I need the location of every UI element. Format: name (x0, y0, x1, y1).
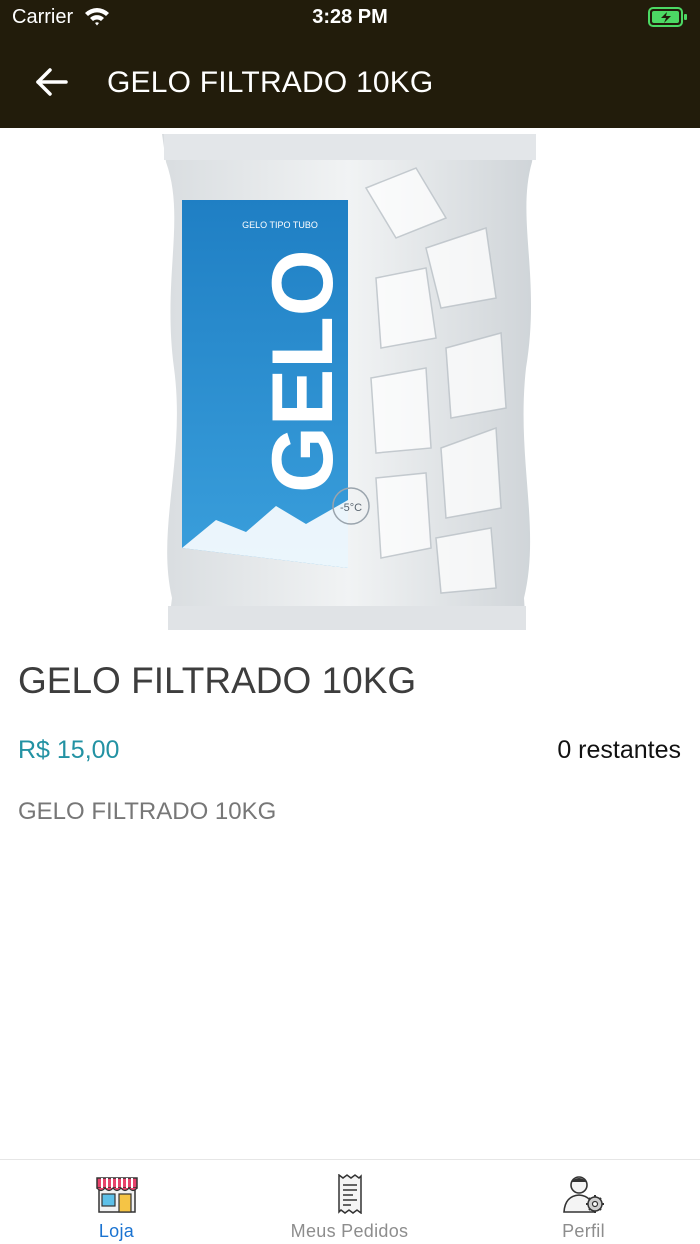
product-description: GELO FILTRADO 10KG (18, 798, 277, 825)
image-small-text: GELO TIPO TUBO (242, 220, 318, 230)
receipt-icon (329, 1173, 371, 1215)
tab-loja[interactable]: Loja (0, 1160, 233, 1244)
bottom-tab-bar: Loja Meus Pedidos Perfil (0, 1159, 700, 1244)
arrow-left-icon (36, 68, 68, 96)
tab-label-perfil: Perfil (562, 1221, 605, 1241)
product-price: R$ 15,00 (18, 736, 120, 764)
image-temp-text: -5°C (340, 502, 362, 514)
app-header: Carrier 3:28 PM GELO FILTRADO 10KG (0, 0, 700, 128)
stock-remaining: 0 restantes (557, 736, 681, 764)
product-name: GELO FILTRADO 10KG (18, 660, 417, 701)
store-icon (96, 1174, 138, 1214)
tab-meus-pedidos[interactable]: Meus Pedidos (233, 1160, 466, 1244)
tab-label-meus-pedidos: Meus Pedidos (290, 1221, 409, 1241)
image-brand-text: GELO (255, 249, 351, 493)
status-bar: Carrier 3:28 PM (0, 0, 700, 40)
page-title: GELO FILTRADO 10KG (107, 66, 434, 99)
tab-label-loja: Loja (98, 1221, 135, 1241)
status-time: 3:28 PM (312, 6, 388, 28)
product-image: GELO TIPO TUBO GELO -5°C (96, 128, 604, 636)
navigation-bar: GELO FILTRADO 10KG (0, 50, 700, 116)
back-button[interactable] (30, 62, 74, 102)
battery-icon (648, 7, 688, 32)
user-settings-icon (563, 1174, 605, 1214)
tab-perfil[interactable]: Perfil (467, 1160, 700, 1244)
